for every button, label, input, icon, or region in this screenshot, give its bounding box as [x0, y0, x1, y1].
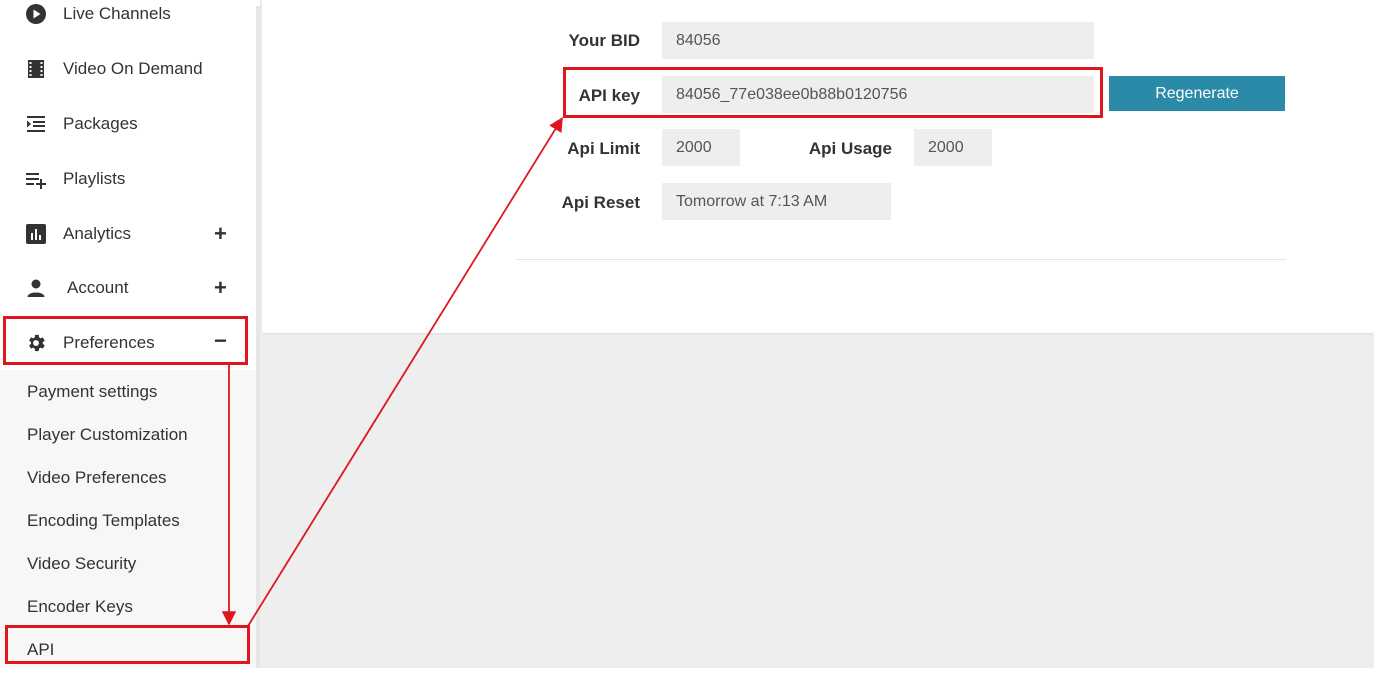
collapse-icon[interactable]: −	[214, 328, 227, 354]
sidebar-item-packages[interactable]: Packages	[0, 104, 256, 144]
person-icon	[25, 277, 47, 299]
sidebar-item-preferences[interactable]: Preferences −	[0, 323, 256, 363]
submenu-item-encoder-keys[interactable]: Encoder Keys	[0, 587, 256, 627]
submenu-item-label: Encoding Templates	[27, 511, 180, 530]
playlist-add-icon	[25, 168, 47, 190]
api-limit-label: Api Limit	[567, 139, 640, 158]
submenu-item-api[interactable]: API	[0, 630, 256, 670]
sidebar-item-live-channels[interactable]: Live Channels	[0, 0, 256, 34]
api-key-label: API key	[578, 86, 640, 105]
sidebar-item-label: Analytics	[63, 224, 132, 243]
submenu-item-payment-settings[interactable]: Payment settings	[0, 372, 256, 412]
submenu-item-label: API	[27, 640, 55, 659]
submenu-item-video-preferences[interactable]: Video Preferences	[0, 458, 256, 498]
api-limit-field[interactable]: 2000	[662, 129, 740, 166]
bid-field[interactable]: 84056	[662, 22, 1094, 59]
submenu-item-label: Video Security	[27, 554, 137, 573]
submenu-item-label: Payment settings	[27, 382, 158, 401]
api-usage-field[interactable]: 2000	[914, 129, 992, 166]
sidebar-divider	[256, 6, 260, 668]
sidebar-item-analytics[interactable]: Analytics +	[0, 214, 256, 254]
submenu-item-player-customization[interactable]: Player Customization	[0, 415, 256, 455]
expand-icon[interactable]: +	[214, 275, 227, 301]
panel-divider	[516, 259, 1286, 260]
sidebar-item-label: Account	[67, 278, 129, 297]
submenu-item-video-security[interactable]: Video Security	[0, 544, 256, 584]
bid-label: Your BID	[568, 31, 640, 50]
sidebar-item-label: Playlists	[63, 169, 126, 188]
api-reset-label: Api Reset	[561, 193, 640, 212]
submenu-item-label: Encoder Keys	[27, 597, 133, 616]
expand-icon[interactable]: +	[214, 221, 227, 247]
play-circle-icon	[25, 3, 47, 25]
preferences-submenu: Payment settings Player Customization Vi…	[0, 370, 256, 668]
sidebar-item-video-on-demand[interactable]: Video On Demand	[0, 49, 256, 89]
api-key-field[interactable]: 84056_77e038ee0b88b0120756	[662, 76, 1094, 113]
gear-icon	[25, 332, 47, 354]
api-reset-field[interactable]: Tomorrow at 7:13 AM	[662, 183, 891, 220]
sidebar-item-label: Live Channels	[63, 4, 171, 23]
film-icon	[25, 58, 47, 80]
bar-chart-icon	[25, 223, 47, 245]
regenerate-button[interactable]: Regenerate	[1109, 76, 1285, 111]
api-usage-label: Api Usage	[808, 139, 892, 158]
indent-list-icon	[25, 113, 47, 135]
bottom-edge	[0, 668, 1374, 680]
sidebar-item-label: Preferences	[63, 333, 155, 352]
sidebar: Live Channels Video On Demand Packages P…	[0, 0, 256, 668]
submenu-item-encoding-templates[interactable]: Encoding Templates	[0, 501, 256, 541]
sidebar-item-account[interactable]: Account +	[0, 268, 256, 308]
sidebar-item-label: Packages	[63, 114, 138, 133]
sidebar-item-label: Video On Demand	[63, 59, 203, 78]
sidebar-item-playlists[interactable]: Playlists	[0, 159, 256, 199]
submenu-item-label: Player Customization	[27, 425, 188, 444]
submenu-item-label: Video Preferences	[27, 468, 167, 487]
